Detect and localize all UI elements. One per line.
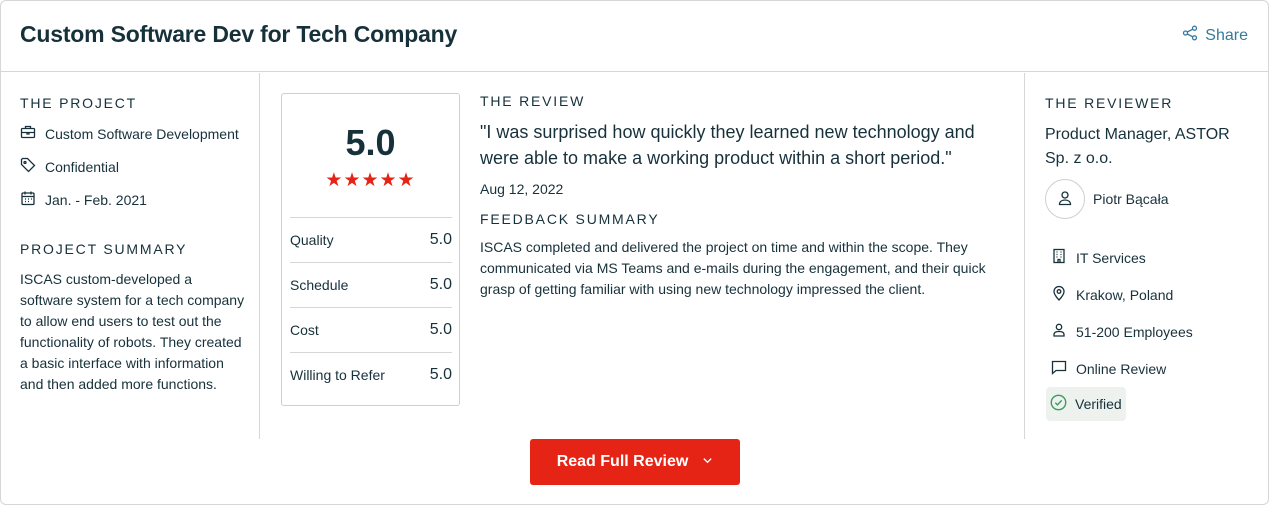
project-summary-text: ISCAS custom-developed a software system… [20,271,245,392]
tag-icon [20,157,36,176]
overall-score: 5.0 [345,122,396,163]
project-dates: Jan. - Feb. 2021 [20,183,250,216]
feedback-summary-label: FEEDBACK SUMMARY [480,211,660,227]
chat-bubble-icon [1051,359,1067,378]
chevron-down-icon [702,453,713,471]
reviewer-size-text: 51-200 Employees [1076,323,1193,340]
score-value: 5.0 [429,231,452,248]
project-budget: Confidential [20,150,250,183]
check-circle-icon [1050,394,1067,414]
project-summary-label: PROJECT SUMMARY [20,241,188,257]
review-quote: "I was surprised how quickly they learne… [480,122,975,168]
verified-text: Verified [1075,396,1122,412]
calendar-icon [20,190,36,209]
person-icon [1051,322,1067,341]
score-label: Cost [290,322,319,338]
user-icon [1057,190,1073,209]
project-budget-text: Confidential [45,158,119,175]
reviewer-column: THE REVIEWER Product Manager, ASTOR Sp. … [1024,73,1270,439]
reviewer-name: Piotr Bącała [1093,191,1169,207]
reviewer-industry-text: IT Services [1076,249,1146,266]
card-header: Custom Software Dev for Tech Company Sha… [1,1,1268,72]
score-label: Quality [290,232,334,248]
briefcase-icon [20,124,36,143]
score-label: Willing to Refer [290,367,385,383]
project-label: THE PROJECT [20,95,138,111]
reviewer-size: 51-200 Employees [1051,313,1261,350]
reviewer-identity: Piotr Bącała [1045,179,1168,219]
share-icon [1182,25,1198,46]
project-dates-text: Jan. - Feb. 2021 [45,191,147,208]
reviewer-review-type: Online Review [1051,350,1261,387]
star-rating: ★★★★★ [325,170,416,191]
reviewer-label: THE REVIEWER [1045,95,1174,111]
score-value: 5.0 [429,276,452,293]
read-full-review-label: Read Full Review [556,453,689,470]
score-value: 5.0 [429,366,452,383]
verified-badge: Verified [1046,387,1126,421]
review-date: Aug 12, 2022 [480,181,564,197]
project-service: Custom Software Development [20,117,250,150]
review-title: Custom Software Dev for Tech Company [20,21,458,47]
reviewer-industry: IT Services [1051,239,1261,276]
building-icon [1051,248,1067,267]
reviewer-location: Krakow, Poland [1051,276,1261,313]
read-full-review-button[interactable]: Read Full Review [530,439,740,485]
score-row-quality: Quality 5.0 [290,217,452,262]
share-button[interactable]: Share [1182,25,1248,46]
score-label: Schedule [290,277,349,293]
rating-box: 5.0 ★★★★★ Quality 5.0 Schedule 5.0 Cost … [281,93,460,406]
review-label: THE REVIEW [480,93,586,109]
score-row-cost: Cost 5.0 [290,307,452,352]
avatar [1045,179,1085,219]
feedback-summary-text: ISCAS completed and delivered the projec… [480,239,986,297]
project-column: THE PROJECT Custom Software Development … [1,73,260,439]
score-row-schedule: Schedule 5.0 [290,262,452,307]
reviewer-review-type-text: Online Review [1076,360,1167,377]
reviewer-title: Product Manager, ASTOR Sp. z o.o. [1045,126,1230,167]
project-service-text: Custom Software Development [45,125,239,142]
share-label: Share [1205,26,1248,44]
score-value: 5.0 [429,321,452,338]
reviewer-location-text: Krakow, Poland [1076,286,1174,303]
review-card: Custom Software Dev for Tech Company Sha… [0,0,1269,505]
score-row-refer: Willing to Refer 5.0 [290,352,452,397]
review-column: THE REVIEW "I was surprised how quickly … [480,93,1000,300]
location-pin-icon [1051,285,1067,304]
